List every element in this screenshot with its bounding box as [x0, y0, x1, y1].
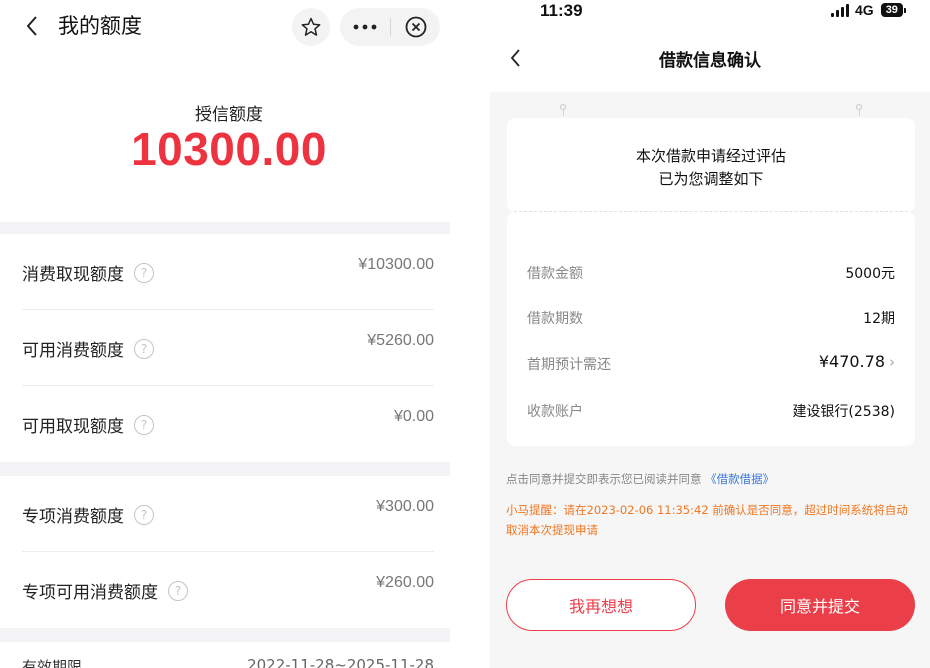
detail-key: 首期预计需还	[527, 357, 611, 373]
detail-key: 借款期数	[527, 311, 583, 327]
battery-cap	[903, 7, 906, 13]
close-button[interactable]	[391, 8, 440, 46]
detail-value: ¥470.78	[818, 352, 885, 371]
notice-line-1: 本次借款申请经过评估	[635, 147, 786, 165]
detail-row-amount: 借款金额 5000元	[527, 261, 895, 285]
favorite-button[interactable]	[292, 8, 330, 46]
row-value: ¥5260.00	[367, 332, 434, 349]
question-circle-icon[interactable]: ?	[134, 504, 154, 525]
card-pin	[560, 104, 566, 110]
section-gap	[0, 222, 450, 234]
row-value: ¥260.00	[376, 574, 434, 591]
detail-row-account: 收款账户 建设银行(2538)	[527, 399, 895, 423]
row-label: 可用消费额度	[22, 341, 124, 361]
loan-confirm-screen: 11:39 4G 39 借款信息确认 本次借款申请经过评估 已为您调整如下 借款…	[490, 0, 930, 668]
detail-row-first-payment[interactable]: 首期预计需还 ¥470.78 ›	[527, 352, 895, 376]
status-bar: 11:39 4G 39	[490, 0, 930, 24]
question-circle-icon[interactable]: ?	[134, 338, 154, 359]
reminder-text: 小马提醒：请在2023-02-06 11:35:42 前确认是否同意，超过时间系…	[506, 503, 908, 537]
more-button[interactable]	[340, 8, 390, 46]
page-title: 借款信息确认	[659, 51, 761, 71]
question-circle-icon[interactable]: ?	[168, 580, 188, 601]
chevron-right-icon: ›	[889, 353, 895, 371]
detail-row-periods: 借款期数 12期	[527, 306, 895, 330]
row-value: ¥0.00	[393, 408, 434, 425]
page-title: 我的额度	[58, 14, 142, 38]
question-circle-icon[interactable]: ?	[134, 262, 154, 283]
agreement-prefix: 点击同意并提交即表示您已阅读并同意	[506, 472, 702, 486]
limit-row-available-cash[interactable]: 可用取现额度? ¥0.00	[0, 386, 450, 462]
detail-value: 5000元	[845, 266, 895, 282]
limit-row-consume-cash[interactable]: 消费取现额度? ¥10300.00	[0, 234, 450, 310]
star-icon	[301, 17, 321, 36]
row-label: 有效期限	[22, 658, 83, 668]
section-gap	[0, 628, 450, 642]
loan-details-card: 借款金额 5000元 借款期数 12期 首期预计需还 ¥470.78 › 收款账户…	[507, 212, 915, 446]
row-label: 专项可用消费额度	[22, 583, 158, 603]
mini-program-capsule	[340, 8, 440, 46]
row-value: 2022-11-28~2025-11-28	[247, 656, 434, 668]
credit-amount: 10300.00	[131, 123, 327, 175]
card-pin	[856, 104, 862, 110]
chevron-left-icon	[26, 16, 37, 36]
assessment-notice-card: 本次借款申请经过评估 已为您调整如下	[507, 118, 915, 212]
section-gap	[0, 462, 450, 476]
status-indicators: 4G 39	[831, 2, 906, 18]
reconsider-button[interactable]: 我再想想	[506, 579, 696, 631]
detail-key: 收款账户	[527, 404, 583, 420]
limit-row-special-consume[interactable]: 专项消费额度? ¥300.00	[0, 476, 450, 552]
close-circle-icon	[405, 16, 426, 38]
question-circle-icon[interactable]: ?	[134, 414, 154, 435]
credit-limit-screen: 我的额度 授信额度 10300.00 消费取现额度? ¥10300.00 可用消…	[0, 0, 458, 668]
card-dashed-separator	[514, 211, 908, 212]
limit-row-validity: 有效期限 2022-11-28~2025-11-28	[0, 644, 450, 668]
limit-row-special-available[interactable]: 专项可用消费额度? ¥260.00	[0, 552, 450, 628]
signal-icon	[831, 3, 849, 17]
more-icon	[353, 24, 377, 30]
left-header: 我的额度	[0, 0, 458, 56]
limit-row-available-consume[interactable]: 可用消费额度? ¥5260.00	[0, 310, 450, 386]
agreement-link[interactable]: 《借款借据》	[705, 472, 774, 486]
back-button[interactable]	[22, 12, 44, 40]
detail-value: 12期	[863, 311, 895, 327]
detail-value: 建设银行(2538)	[792, 404, 895, 420]
row-label: 可用取现额度	[22, 417, 124, 437]
network-type: 4G	[855, 2, 874, 18]
agreement-text: 点击同意并提交即表示您已阅读并同意 《借款借据》	[506, 471, 774, 487]
detail-key: 借款金额	[527, 266, 583, 282]
status-time: 11:39	[540, 1, 583, 20]
notice-line-2: 已为您调整如下	[658, 170, 764, 188]
agree-submit-button[interactable]: 同意并提交	[725, 579, 915, 631]
battery-icon: 39	[880, 3, 903, 17]
row-label: 专项消费额度	[22, 507, 124, 527]
row-value: ¥10300.00	[358, 256, 434, 273]
row-label: 消费取现额度	[22, 265, 124, 285]
row-value: ¥300.00	[376, 498, 434, 515]
